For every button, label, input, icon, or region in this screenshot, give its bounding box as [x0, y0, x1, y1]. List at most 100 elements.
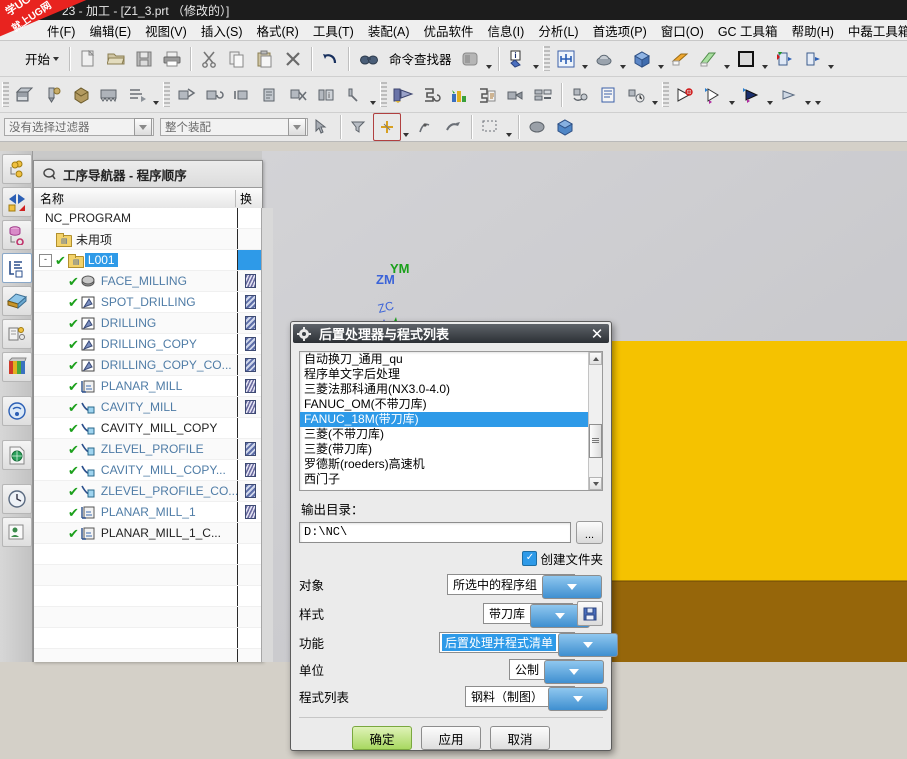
list-item[interactable]: 自动换刀_通用_qu [300, 352, 589, 367]
tree-row-cavity-mill-copy-copy[interactable]: ✔ CAVITY_MILL_COPY... [34, 460, 262, 481]
info-stamp-dropdown-arrow[interactable] [531, 43, 541, 75]
filter-icon[interactable] [345, 113, 373, 141]
navigator-tree[interactable]: NC_PROGRAM ▤ 未用项 - ✔ ▤ L001 ✔ FACE_MILLI… [34, 208, 262, 662]
menu-item-view[interactable]: 视图(V) [138, 20, 194, 40]
pan-zoom-dropdown-arrow[interactable] [618, 43, 628, 75]
chevron-down-icon[interactable] [542, 575, 603, 599]
rect-select-icon[interactable] [476, 113, 504, 141]
selection-scope-combo[interactable]: 整个装配 [160, 118, 308, 136]
pan-zoom-icon[interactable] [590, 45, 618, 73]
synchronize-icon[interactable] [566, 81, 594, 109]
create-geometry-icon[interactable] [11, 81, 39, 109]
selection-scope-dropdown-button[interactable] [288, 118, 306, 136]
browse-button[interactable]: ... [576, 521, 603, 544]
create-operation-dropdown-arrow[interactable] [151, 79, 161, 111]
display-dropdown-arrow[interactable] [765, 79, 775, 111]
tree-expander-icon[interactable]: - [39, 253, 52, 267]
toolpath-tools-icon[interactable] [340, 81, 368, 109]
shaded-view-icon[interactable] [628, 45, 656, 73]
tree-row-drilling-copy-copy[interactable]: ✔ DRILLING_COPY_CO... [34, 355, 262, 376]
scroll-down-arrow-icon[interactable] [589, 477, 602, 490]
cut-level-icon[interactable] [671, 81, 699, 109]
selection-filter-combo[interactable]: 没有选择过滤器 [4, 118, 154, 136]
face-icon[interactable] [523, 113, 551, 141]
menu-item-info[interactable]: 信息(I) [481, 20, 532, 40]
delete-toolpath-icon[interactable] [284, 81, 312, 109]
section-view-icon[interactable] [694, 45, 722, 73]
rect-select-dropdown-arrow[interactable] [504, 113, 514, 141]
batch-process-icon[interactable] [529, 81, 557, 109]
open-folder-icon[interactable] [102, 45, 130, 73]
new-file-icon[interactable] [74, 45, 102, 73]
listbox-scrollbar[interactable] [588, 352, 602, 490]
menu-item-help[interactable]: 帮助(H) [785, 20, 841, 40]
cut-region-dropdown-arrow[interactable] [727, 79, 737, 111]
operation-navigator-icon[interactable] [2, 253, 32, 283]
menu-item-assembly[interactable]: 装配(A) [361, 20, 417, 40]
list-item[interactable]: 罗德斯(roeders)高速机 [300, 457, 589, 472]
shop-documentation-icon[interactable] [594, 81, 622, 109]
close-icon[interactable]: ✕ [585, 325, 609, 343]
tree-row-cavity-mill-copy[interactable]: ✔ CAVITY_MILL_COPY [34, 418, 262, 439]
solid-icon[interactable] [551, 113, 579, 141]
unit-dropdown[interactable]: 公制 [509, 659, 605, 684]
tree-row-face-milling[interactable]: ✔ FACE_MILLING [34, 271, 262, 292]
menu-item-edit[interactable]: 编辑(E) [82, 20, 138, 40]
display-icon[interactable] [737, 81, 765, 109]
chevron-down-icon[interactable] [548, 687, 609, 711]
machine-time-icon[interactable] [622, 81, 650, 109]
select-general-icon[interactable] [308, 113, 336, 141]
cut-icon[interactable] [195, 45, 223, 73]
list-item-selected[interactable]: FANUC_18M(带刀库) [300, 412, 589, 427]
face-select-icon[interactable] [439, 113, 467, 141]
style-dropdown[interactable]: 带刀库 [483, 603, 591, 628]
menu-item-preferences[interactable]: 首选项(P) [586, 20, 654, 40]
function-dropdown[interactable]: 后置处理并程式清单 [439, 632, 619, 657]
scroll-up-arrow-icon[interactable] [589, 352, 602, 365]
background-icon[interactable] [732, 45, 760, 73]
tree-row-planar-mill-1[interactable]: ✔ PLANAR_MILL_1 [34, 502, 262, 523]
animation-icon[interactable] [775, 81, 803, 109]
print-icon[interactable] [158, 45, 186, 73]
part-navigator-icon[interactable] [2, 220, 32, 250]
selection-filter-dropdown-button[interactable] [134, 118, 152, 136]
replay-icon[interactable] [228, 81, 256, 109]
scrollbar-thumb[interactable] [589, 424, 602, 458]
menu-item-zhonglei-toolbox[interactable]: 中磊工具箱 [841, 20, 907, 40]
cut-region-icon[interactable] [699, 81, 727, 109]
internet-explorer-icon[interactable] [2, 440, 32, 470]
tree-row-drilling[interactable]: ✔ DRILLING [34, 313, 262, 334]
roles-icon[interactable] [2, 517, 32, 547]
menu-item-window[interactable]: 窗口(O) [654, 20, 711, 40]
tree-row-drilling-copy[interactable]: ✔ DRILLING_COPY [34, 334, 262, 355]
snap-point-icon[interactable] [373, 113, 401, 141]
info-panel-icon[interactable] [456, 45, 484, 73]
tree-row-zlevel-profile-copy[interactable]: ✔ ZLEVEL_PROFILE_CO... [34, 481, 262, 502]
delete-icon[interactable] [279, 45, 307, 73]
tree-row-zlevel-profile[interactable]: ✔ ZLEVEL_PROFILE [34, 439, 262, 460]
snap-point-dropdown-arrow[interactable] [401, 113, 411, 141]
create-tool-icon[interactable] [39, 81, 67, 109]
apply-button[interactable]: 应用 [421, 726, 481, 750]
list-item[interactable]: 程序单文字后处理 [300, 367, 589, 382]
reuse-library-icon[interactable] [2, 286, 32, 316]
menu-item-tools[interactable]: 工具(T) [306, 20, 361, 40]
create-folder-checkbox[interactable]: ✓ [522, 551, 538, 566]
info-stamp-icon[interactable]: i [503, 45, 531, 73]
list-item[interactable]: 三菱(不带刀库) [300, 427, 589, 442]
machine-time-dropdown-arrow[interactable] [650, 79, 660, 111]
list-item[interactable]: 西门子 [300, 472, 589, 487]
list-toolpath-icon[interactable] [256, 81, 284, 109]
menu-item-youpin[interactable]: 优品软件 [416, 20, 480, 40]
history-icon[interactable] [2, 484, 32, 514]
save-style-button[interactable] [577, 601, 603, 626]
shop-doc-icon[interactable] [473, 81, 501, 109]
generate-toolpath-icon[interactable] [172, 81, 200, 109]
toolpath-tools-dropdown-arrow[interactable] [368, 79, 378, 111]
snap-curve-icon[interactable] [411, 113, 439, 141]
menu-item-insert[interactable]: 插入(S) [194, 20, 250, 40]
object-dropdown[interactable]: 所选中的程序组 [447, 574, 603, 599]
hd3d-tools-icon[interactable] [2, 319, 32, 349]
program-list-dropdown[interactable]: 钢料（制图） [465, 686, 609, 711]
output-directory-input[interactable]: D:\NC\ [299, 522, 571, 543]
